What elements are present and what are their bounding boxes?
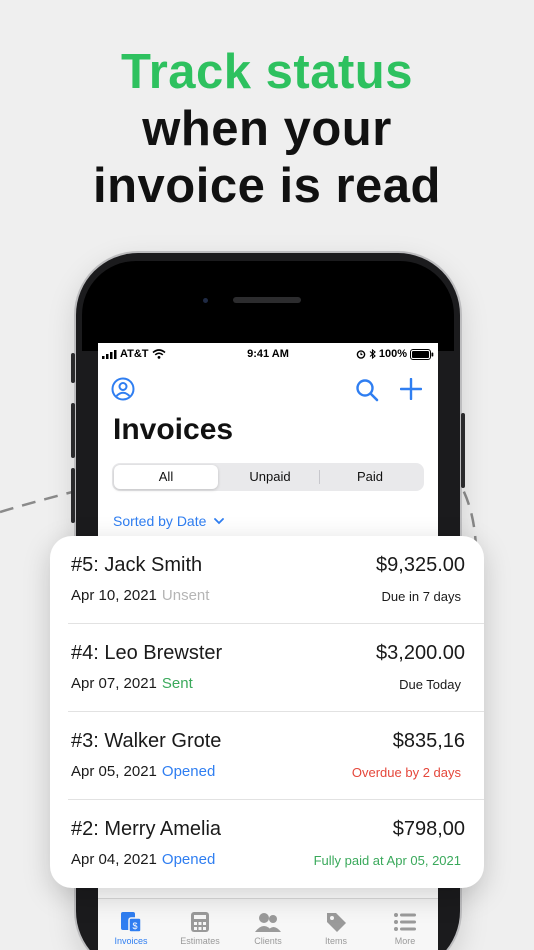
battery-percent: 100%: [378, 348, 407, 360]
calculator-icon: [191, 912, 209, 932]
invoice-filter-segmented-control: All Unpaid Paid: [112, 463, 424, 491]
invoice-status: Unsent: [161, 587, 210, 604]
list-icon: [394, 913, 416, 931]
phone-speaker: [233, 297, 301, 303]
invoice-due: Fully paid at Apr 05, 2021: [313, 853, 461, 868]
tab-clients[interactable]: Clients: [238, 911, 298, 946]
sort-dropdown[interactable]: Sorted by Date: [113, 513, 225, 529]
tab-more[interactable]: More: [375, 911, 435, 946]
headline: Track status when your invoice is read: [0, 44, 534, 215]
tab-items[interactable]: Items: [306, 911, 366, 946]
invoice-date-line: Apr 10, 2021 Unsent: [71, 587, 209, 604]
invoice-client-name: #4: Leo Brewster: [71, 642, 223, 664]
phone-camera: [203, 298, 208, 303]
invoice-date-line: Apr 07, 2021 Sent: [71, 675, 193, 692]
invoice-due: Due Today: [399, 677, 461, 692]
invoice-date-line: Apr 04, 2021 Opened: [71, 851, 215, 868]
invoice-row[interactable]: #4: Leo Brewster $3,200.00 Apr 07, 2021 S…: [50, 624, 484, 712]
volume-up-button: [71, 403, 75, 458]
sort-label: Sorted by Date: [113, 513, 207, 529]
tab-bar: $ Invoices Estimates Clients Items More: [98, 898, 438, 950]
tab-items-label: Items: [324, 936, 347, 946]
invoice-amount: $9,325.00: [376, 554, 465, 576]
invoice-date: Apr 10, 2021: [71, 587, 157, 604]
headline-line-2: when your: [142, 102, 392, 156]
phone-bezel: [82, 261, 454, 351]
tab-invoices-label: Invoices: [114, 936, 148, 946]
alarm-icon: [356, 350, 366, 359]
tab-estimates[interactable]: Estimates: [170, 911, 230, 946]
invoice-amount: $3,200.00: [376, 642, 465, 664]
tab-more-label: More: [394, 936, 416, 946]
invoice-status: Sent: [161, 675, 193, 692]
battery-icon: [410, 348, 434, 360]
invoice-amount: $835,16: [392, 730, 465, 752]
invoice-row[interactable]: #3: Walker Grote $835,16 Apr 05, 2021 Ope…: [50, 712, 484, 800]
invoice-client-name: #2: Merry Amelia: [71, 818, 222, 840]
invoice-date: Apr 07, 2021: [71, 675, 157, 692]
profile-icon[interactable]: [111, 377, 135, 401]
tab-estimates-label: Estimates: [180, 936, 220, 946]
segment-paid[interactable]: Paid: [318, 465, 422, 489]
plus-icon[interactable]: [400, 378, 422, 400]
invoice-due: Due in 7 days: [381, 589, 462, 604]
invoice-status: Opened: [161, 851, 216, 868]
svg-text:$: $: [132, 921, 137, 931]
bluetooth-icon: [369, 349, 376, 359]
tab-clients-label: Clients: [254, 936, 282, 946]
clients-icon: [255, 913, 281, 932]
invoice-row[interactable]: #5: Jack Smith $9,325.00 Apr 10, 2021 Uns…: [50, 536, 484, 624]
invoice-status: Opened: [161, 763, 216, 780]
headline-accent: Track status: [121, 45, 413, 99]
invoice-date-line: Apr 05, 2021 Opened: [71, 763, 215, 780]
invoice-client-name: #5: Jack Smith: [71, 554, 203, 576]
invoice-list-card: #5: Jack Smith $9,325.00 Apr 10, 2021 Uns…: [50, 536, 484, 888]
headline-line-3: invoice is read: [93, 159, 441, 213]
invoices-icon: $: [121, 912, 142, 933]
invoice-client-name: #3: Walker Grote: [71, 730, 222, 752]
mute-switch: [71, 353, 75, 383]
invoice-row[interactable]: #2: Merry Amelia $798,00 Apr 04, 2021 Ope…: [50, 800, 484, 888]
page-title: Invoices: [113, 413, 234, 446]
invoice-amount: $798,00: [392, 818, 465, 840]
invoice-date: Apr 05, 2021: [71, 763, 157, 780]
status-bar: AT&T 9:41 AM 100%: [98, 343, 438, 365]
volume-down-button: [71, 468, 75, 523]
segment-unpaid[interactable]: Unpaid: [218, 465, 322, 489]
chevron-down-icon: [214, 517, 225, 524]
segment-all[interactable]: All: [114, 465, 218, 489]
tab-invoices[interactable]: $ Invoices: [101, 911, 161, 946]
invoice-due: Overdue by 2 days: [351, 765, 461, 780]
power-button: [461, 413, 465, 488]
tag-icon: [327, 913, 346, 932]
search-icon[interactable]: [355, 378, 379, 402]
invoice-date: Apr 04, 2021: [71, 851, 157, 868]
